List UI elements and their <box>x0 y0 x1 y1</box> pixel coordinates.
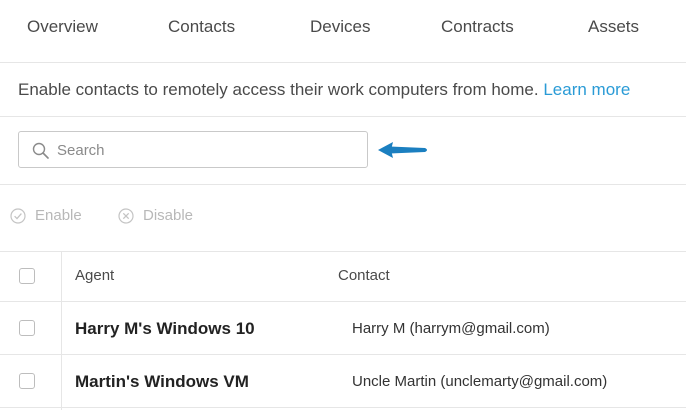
tab-contacts[interactable]: Contacts <box>168 17 235 37</box>
learn-more-link[interactable]: Learn more <box>543 80 630 99</box>
x-circle-icon <box>118 207 134 224</box>
select-all-checkbox[interactable] <box>19 268 35 284</box>
row-checkbox[interactable] <box>19 373 35 389</box>
divider <box>0 301 686 302</box>
contact-name: Harry M (harrym@gmail.com) <box>352 320 550 337</box>
divider <box>0 184 686 185</box>
tab-overview[interactable]: Overview <box>27 17 98 37</box>
tab-bar: Overview Contacts Devices Contracts Asse… <box>0 0 686 63</box>
info-banner: Enable contacts to remotely access their… <box>18 80 630 100</box>
agent-name: Harry M's Windows 10 <box>75 319 255 338</box>
search-box[interactable] <box>18 131 368 168</box>
tab-contracts[interactable]: Contracts <box>441 17 514 37</box>
row-checkbox[interactable] <box>19 320 35 336</box>
disable-button[interactable]: Disable <box>118 207 193 224</box>
tab-devices[interactable]: Devices <box>310 17 370 37</box>
tab-assets[interactable]: Assets <box>588 17 639 37</box>
divider <box>0 251 686 252</box>
contact-column-header[interactable]: Contact <box>338 267 390 284</box>
search-input[interactable] <box>57 138 357 162</box>
divider <box>0 116 686 117</box>
check-circle-icon <box>10 207 26 224</box>
enable-label: Enable <box>35 207 82 224</box>
divider <box>0 354 686 355</box>
contact-name: Uncle Martin (unclemarty@gmail.com) <box>352 373 608 390</box>
search-icon <box>32 142 49 159</box>
agent-column-header[interactable]: Agent <box>75 267 114 284</box>
column-divider <box>61 252 62 410</box>
divider <box>0 407 686 408</box>
agent-name: Martin's Windows VM <box>75 372 249 391</box>
disable-label: Disable <box>143 207 194 224</box>
pointer-arrow-icon <box>378 142 427 158</box>
enable-button[interactable]: Enable <box>10 207 82 224</box>
info-text: Enable contacts to remotely access their… <box>18 80 539 99</box>
